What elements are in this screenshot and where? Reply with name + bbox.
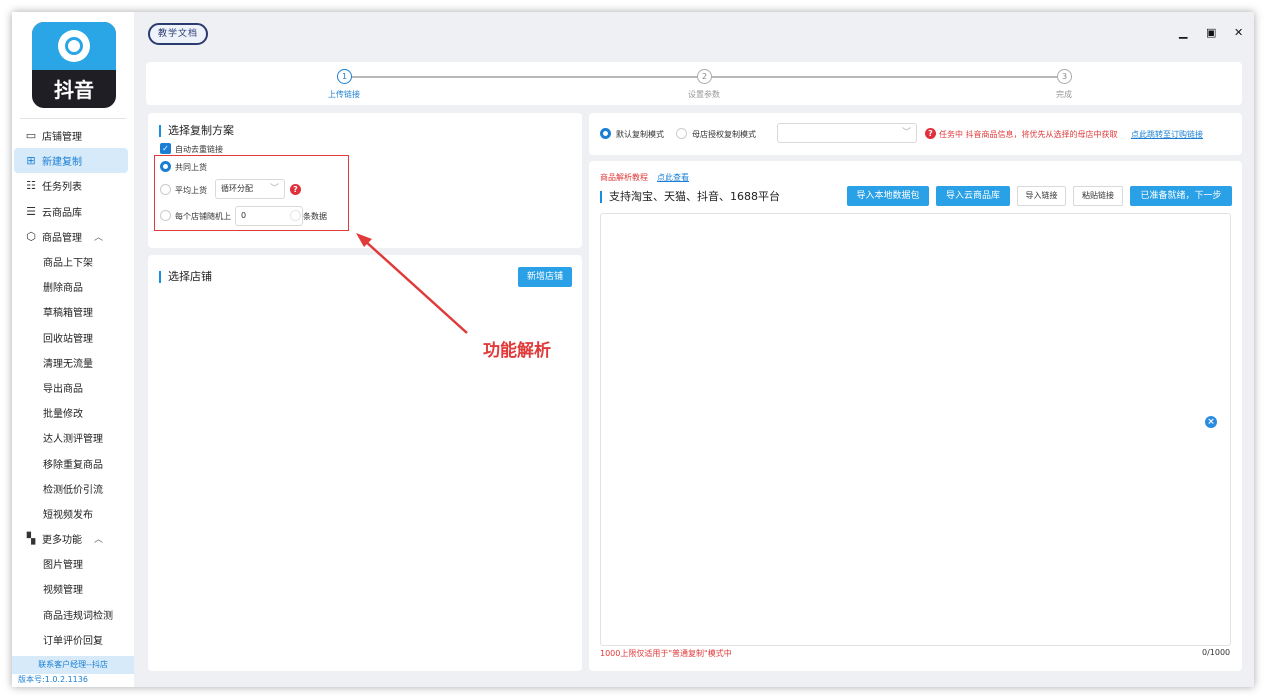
app-window: 抖音 ▭ 店铺管理 ⊞ 新建复制 ☷ 任务列表 ☰ 云商品库 ⬡ 商品管理 ︿ 商品上下架 … (12, 12, 1254, 687)
links-textarea[interactable] (600, 213, 1231, 646)
paste-links-button[interactable]: 粘贴链接 (1073, 186, 1123, 206)
auth-mode-label: 母店授权复制模式 (692, 130, 756, 139)
next-step-button[interactable]: 已准备就绪，下一步 (1130, 186, 1232, 206)
mode-warning-text: 任务中 抖音商品信息，将优先从选择的母店中获取 (939, 130, 1118, 139)
char-counter: 0/1000 (1202, 648, 1231, 657)
subscription-link[interactable]: 点此跳转至订购链接 (1131, 129, 1203, 140)
parse-tutorial-link[interactable]: 点此查看 (657, 172, 689, 183)
supported-platforms-title: 支持淘宝、天猫、抖音、1688平台 (600, 191, 780, 203)
annotation-label: 功能解析 (483, 341, 551, 361)
mother-store-select[interactable]: ﹀ (777, 123, 917, 143)
clear-icon[interactable]: × (1205, 416, 1217, 428)
import-local-package-button[interactable]: 导入本地数据包 (847, 186, 929, 206)
chevron-down-icon: ﹀ (901, 128, 911, 138)
warning-icon: ? (925, 128, 936, 139)
parse-tutorial-label: 商品解析教程 (600, 173, 648, 182)
default-mode-radio[interactable] (600, 128, 611, 139)
auth-mode-radio[interactable] (676, 128, 687, 139)
default-mode-label: 默认复制模式 (616, 130, 664, 139)
import-cloud-library-button[interactable]: 导入云商品库 (936, 186, 1010, 206)
import-links-button[interactable]: 导入链接 (1017, 186, 1066, 206)
arrow-shaft (363, 239, 468, 334)
limit-note: 1000上限仅适用于"普通复制"模式中 (600, 649, 732, 658)
